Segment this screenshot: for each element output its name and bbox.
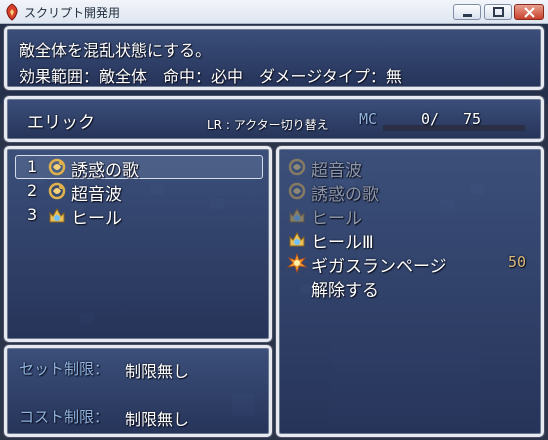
maximize-icon (493, 7, 504, 17)
actor-name: エリック (27, 113, 95, 133)
slot-number: 3 (27, 205, 38, 224)
heal-icon (49, 207, 65, 223)
maximize-button[interactable] (484, 4, 512, 20)
slot-number: 1 (27, 157, 38, 176)
heal-icon (289, 231, 305, 247)
mc-gauge (383, 125, 525, 131)
skill-name: ヒールⅢ (311, 233, 374, 253)
charm-icon (288, 182, 306, 200)
skill-list-item[interactable]: ヒール (279, 203, 541, 229)
slot-name: 誘惑の歌 (71, 161, 139, 181)
charm-icon (48, 158, 66, 176)
close-icon (524, 7, 535, 18)
remove-label: 解除する (311, 281, 379, 301)
set-limit-label: セット制限： (19, 360, 110, 378)
help-window: 敵全体を混乱状態にする。 効果範囲：敵全体 命中：必中 ダメージタイプ：無 (4, 26, 544, 90)
help-line-1: 敵全体を混乱状態にする。 (19, 41, 212, 60)
skill-list-item[interactable]: 誘惑の歌 (279, 179, 541, 205)
set-limit-value: 制限無し (125, 362, 190, 381)
close-button[interactable] (514, 4, 544, 20)
skill-name: ギガスランページ (311, 257, 447, 277)
limit-window: セット制限： 制限無し コスト制限： 制限無し (4, 345, 272, 437)
remove-option[interactable]: 解除する (279, 275, 541, 301)
skill-name: ヒール (311, 209, 362, 229)
skill-list-window[interactable]: 超音波 誘惑の歌 ヒール ヒールⅢ ギガスランページ 50 解除する (276, 146, 544, 437)
mc-label: MC (359, 110, 378, 128)
mc-max: 75 (463, 110, 482, 128)
slot-row[interactable]: 2 超音波 (7, 179, 269, 205)
skill-slot-window[interactable]: 1 誘惑の歌 2 超音波 3 ヒール (4, 146, 272, 342)
explosion-icon (287, 253, 307, 273)
skill-list-item[interactable]: 超音波 (279, 155, 541, 181)
skill-name: 超音波 (311, 161, 362, 181)
charm-icon (288, 158, 306, 176)
help-line-2: 効果範囲：敵全体 命中：必中 ダメージタイプ：無 (19, 67, 402, 86)
title-bar[interactable]: スクリプト開発用 (0, 0, 548, 24)
window-title: スクリプト開発用 (24, 6, 121, 20)
actor-status-window[interactable]: エリック LR : アクター切り替え MC 0/ 75 (4, 96, 544, 142)
game-screen: 敵全体を混乱状態にする。 効果範囲：敵全体 命中：必中 ダメージタイプ：無 エリ… (0, 24, 548, 440)
slot-row[interactable]: 1 誘惑の歌 (7, 155, 269, 181)
minimize-icon (463, 14, 472, 17)
skill-name: 誘惑の歌 (311, 185, 379, 205)
app-icon (6, 3, 18, 21)
mc-current: 0/ (421, 110, 440, 128)
actor-switch-hint: LR : アクター切り替え (207, 118, 329, 132)
skill-list-item[interactable]: ギガスランページ 50 (279, 251, 541, 277)
charm-icon (48, 182, 66, 200)
heal-icon (289, 207, 305, 223)
slot-row[interactable]: 3 ヒール (7, 203, 269, 229)
cost-limit-label: コスト制限： (19, 408, 110, 426)
slot-name: ヒール (71, 209, 122, 229)
minimize-button[interactable] (453, 4, 481, 20)
skill-cost: 50 (508, 253, 527, 271)
skill-list-item[interactable]: ヒールⅢ (279, 227, 541, 253)
slot-name: 超音波 (71, 185, 122, 205)
cost-limit-value: 制限無し (125, 410, 190, 429)
slot-number: 2 (27, 181, 38, 200)
